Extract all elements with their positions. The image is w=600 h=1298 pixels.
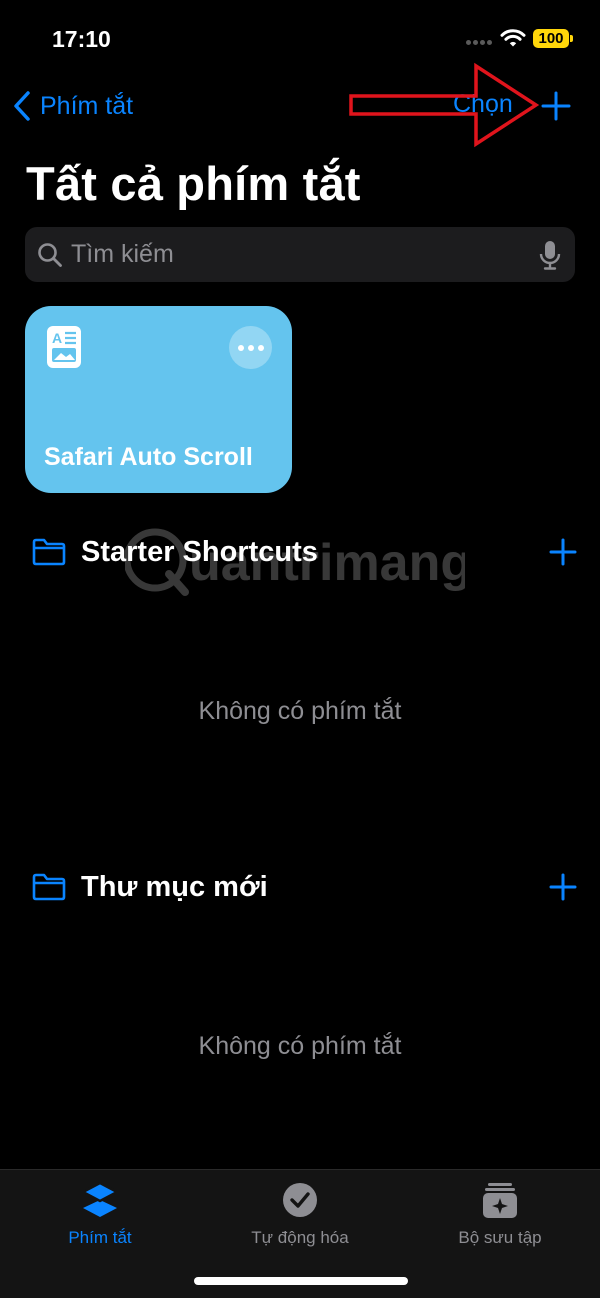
search-input[interactable] [71,240,539,269]
back-label: Phím tắt [40,91,134,120]
microphone-icon[interactable] [539,240,561,270]
search-bar[interactable] [25,227,575,282]
search-icon [38,242,62,267]
tab-shortcuts[interactable]: Phím tắt [0,1180,200,1260]
shortcut-card-safari-auto-scroll[interactable]: A Safari Auto Scroll [25,306,292,493]
tab-label: Phím tắt [68,1228,132,1247]
folder-starter-shortcuts[interactable]: Starter Shortcuts [32,532,577,572]
svg-text:A: A [52,330,62,346]
tab-gallery[interactable]: Bộ sưu tập [400,1180,600,1260]
document-image-icon: A [47,326,81,368]
shortcut-title: Safari Auto Scroll [44,443,253,471]
empty-folder-text: Không có phím tắt [198,1032,402,1060]
tab-automation[interactable]: Tự động hóa [200,1180,400,1260]
wifi-icon [500,29,526,47]
folder-icon [32,538,66,566]
empty-folder-text: Không có phím tắt [198,697,402,725]
battery-level: 100 [538,30,564,47]
battery-icon: 100 [533,29,573,48]
tab-label: Bộ sưu tập [458,1228,542,1247]
cellular-signal-icon [466,40,492,46]
clock-check-icon [283,1183,317,1217]
annotation-arrow [349,62,540,148]
chevron-left-icon [14,91,30,121]
add-to-folder-button[interactable] [549,538,577,566]
more-options-button[interactable] [229,326,272,369]
status-time: 17:10 [52,26,111,52]
layers-icon [80,1181,120,1217]
tab-label: Tự động hóa [251,1228,349,1247]
add-to-folder-button[interactable] [549,873,577,901]
page-title: Tất cả phím tắt [26,157,361,210]
folder-thu-muc-moi[interactable]: Thư mục mới [32,867,577,907]
folder-title: Thư mục mới [81,870,268,903]
folder-icon [32,873,66,901]
folder-title: Starter Shortcuts [81,535,318,568]
home-indicator [194,1277,408,1285]
add-shortcut-button[interactable] [540,90,572,122]
gallery-icon [483,1183,517,1218]
back-button[interactable]: Phím tắt [12,88,133,124]
